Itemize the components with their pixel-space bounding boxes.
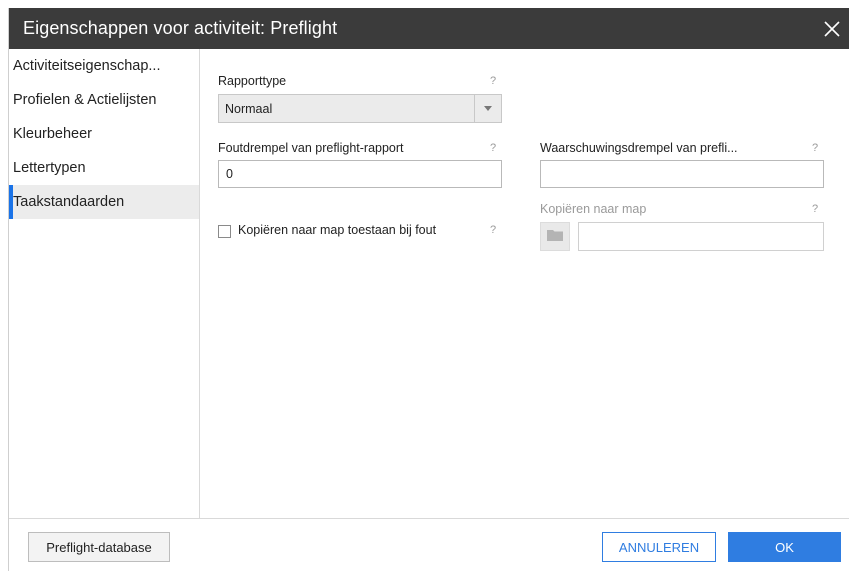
copy-folder-help-icon[interactable]: ? [812,203,818,215]
copy-on-error-help-icon[interactable]: ? [490,224,496,236]
sidebar-item-job-defaults[interactable]: Taakstandaarden [9,185,199,219]
warning-threshold-label: Waarschuwingsdrempel van prefli... [540,141,738,155]
sidebar-item-color-management[interactable]: Kleurbeheer [9,117,199,151]
sidebar-item-label: Activiteitseigenschap... [13,58,161,74]
sidebar-item-label: Taakstandaarden [13,194,125,210]
sidebar-item-activity-properties[interactable]: Activiteitseigenschap... [9,49,199,83]
copy-folder-input[interactable] [578,222,824,251]
error-threshold-input[interactable]: 0 [218,160,502,188]
report-type-label: Rapporttype [218,74,287,88]
warning-threshold-help-icon[interactable]: ? [812,142,818,154]
dialog-footer: Preflight-database ANNULEREN OK [9,518,849,572]
error-threshold-label: Foutdrempel van preflight-rapport [218,141,404,155]
browse-folder-button[interactable] [540,222,570,251]
sidebar-nav: Activiteitseigenschap... Profielen & Act… [9,49,200,518]
cancel-button[interactable]: ANNULEREN [602,532,716,562]
sidebar-item-profiles-action-lists[interactable]: Profielen & Actielijsten [9,83,199,117]
copy-folder-label: Kopiëren naar map [540,202,647,216]
sidebar-item-label: Lettertypen [13,160,86,176]
folder-icon [547,228,563,246]
warning-threshold-input[interactable] [540,160,824,188]
chevron-down-icon [474,95,501,122]
sidebar-item-label: Kleurbeheer [13,126,92,142]
copy-on-error-label: Kopiëren naar map toestaan bij fout [238,223,437,237]
preflight-database-button[interactable]: Preflight-database [28,532,170,562]
sidebar-item-label: Profielen & Actielijsten [13,92,157,108]
report-type-select[interactable]: Normaal [218,94,502,123]
copy-on-error-checkbox[interactable] [218,225,231,238]
report-type-help-icon[interactable]: ? [490,75,496,87]
close-icon[interactable] [820,17,844,41]
properties-dialog: Eigenschappen voor activiteit: Preflight… [8,8,849,572]
sidebar-item-fonts[interactable]: Lettertypen [9,151,199,185]
error-threshold-value: 0 [226,167,233,181]
main-panel: Rapporttype ? Normaal Foutdrempel van pr… [200,49,849,518]
ok-button[interactable]: OK [728,532,841,562]
dialog-titlebar: Eigenschappen voor activiteit: Preflight [9,8,849,49]
error-threshold-help-icon[interactable]: ? [490,142,496,154]
dialog-title: Eigenschappen voor activiteit: Preflight [23,18,338,38]
report-type-value: Normaal [225,101,273,116]
